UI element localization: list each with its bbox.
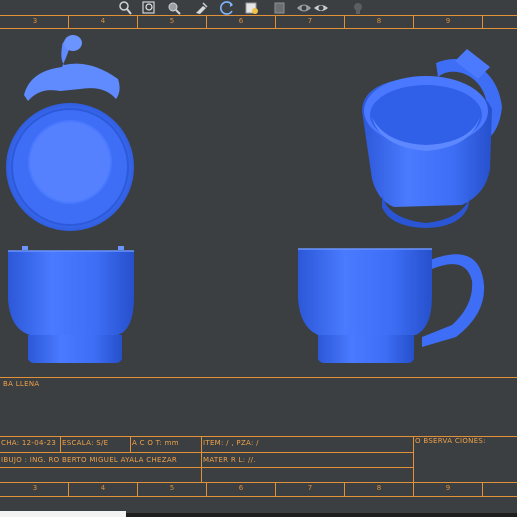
- zone-divider: [482, 483, 483, 496]
- zone-divider: [344, 483, 345, 496]
- frame-zone-bar-bottom: 3 4 5 6 7 8 9: [0, 482, 517, 497]
- material-field: MATER R L: //.: [203, 456, 256, 464]
- zone-divider: [206, 483, 207, 496]
- zone-divider: [68, 16, 69, 28]
- zone-label: 4: [100, 17, 106, 25]
- zoom-window-icon[interactable]: [166, 0, 182, 16]
- rotate-icon[interactable]: [219, 0, 235, 16]
- zone-label: 9: [445, 17, 451, 25]
- zone-label: 9: [445, 484, 451, 492]
- zone-label: 8: [376, 17, 382, 25]
- titleblock-border: [0, 467, 414, 468]
- item-field: ITEM: / , PZA: /: [203, 439, 259, 447]
- zone-divider: [275, 483, 276, 496]
- zone-divider: [206, 16, 207, 28]
- frame-zone-bar-top: 3 4 5 6 7 8 9: [0, 15, 517, 29]
- eye-icon[interactable]: [313, 0, 329, 16]
- hide-show-icon[interactable]: [296, 0, 312, 16]
- zone-divider: [137, 16, 138, 28]
- appearance-icon[interactable]: [350, 0, 366, 16]
- zone-divider: [68, 483, 69, 496]
- display-style-icon[interactable]: [272, 0, 288, 16]
- titleblock-border: [130, 436, 131, 452]
- titleblock-border: [0, 452, 414, 453]
- zone-label: 7: [307, 484, 313, 492]
- front-view: [8, 246, 134, 363]
- fecha-field: CHA: 12-04-23: [1, 439, 57, 447]
- zoom-fit-icon[interactable]: [141, 0, 157, 16]
- zone-label: 6: [238, 17, 244, 25]
- drawing-sheet-views[interactable]: [0, 29, 517, 379]
- top-view: [6, 35, 134, 231]
- side-view: [298, 248, 485, 363]
- zone-label: 6: [238, 484, 244, 492]
- acot-field: A C O T: mm: [132, 439, 179, 447]
- titleblock-border: [60, 436, 61, 452]
- zone-divider: [344, 16, 345, 28]
- zone-divider: [275, 16, 276, 28]
- zone-label: 3: [32, 17, 38, 25]
- zone-label: 5: [169, 484, 175, 492]
- zone-divider: [482, 16, 483, 28]
- zone-divider: [413, 483, 414, 496]
- zoom-icon[interactable]: [117, 0, 133, 16]
- titleblock-border: [201, 436, 202, 482]
- zone-label: 5: [169, 17, 175, 25]
- titleblock-border: [0, 377, 517, 378]
- zone-label: 8: [376, 484, 382, 492]
- isometric-view: [362, 49, 502, 228]
- pan-icon[interactable]: [193, 0, 209, 16]
- zone-label: 4: [100, 484, 106, 492]
- dibujo-field: IBUJO : ING. RO BERTO MIGUEL AYALA CHEZA…: [1, 456, 178, 464]
- status-bar-fragment: [0, 511, 126, 517]
- zone-divider: [413, 16, 414, 28]
- observaciones-field: O BSERVA CIONES:: [415, 437, 486, 445]
- view-icon[interactable]: [244, 0, 260, 16]
- zone-divider: [137, 483, 138, 496]
- part-name: BA LLENA: [3, 380, 40, 388]
- titleblock-border: [413, 436, 414, 482]
- status-bar-dark: [126, 513, 517, 517]
- view-toolbar: [0, 0, 517, 16]
- zone-label: 7: [307, 17, 313, 25]
- zone-label: 3: [32, 484, 38, 492]
- escala-field: ESCALA: S/E: [62, 439, 109, 447]
